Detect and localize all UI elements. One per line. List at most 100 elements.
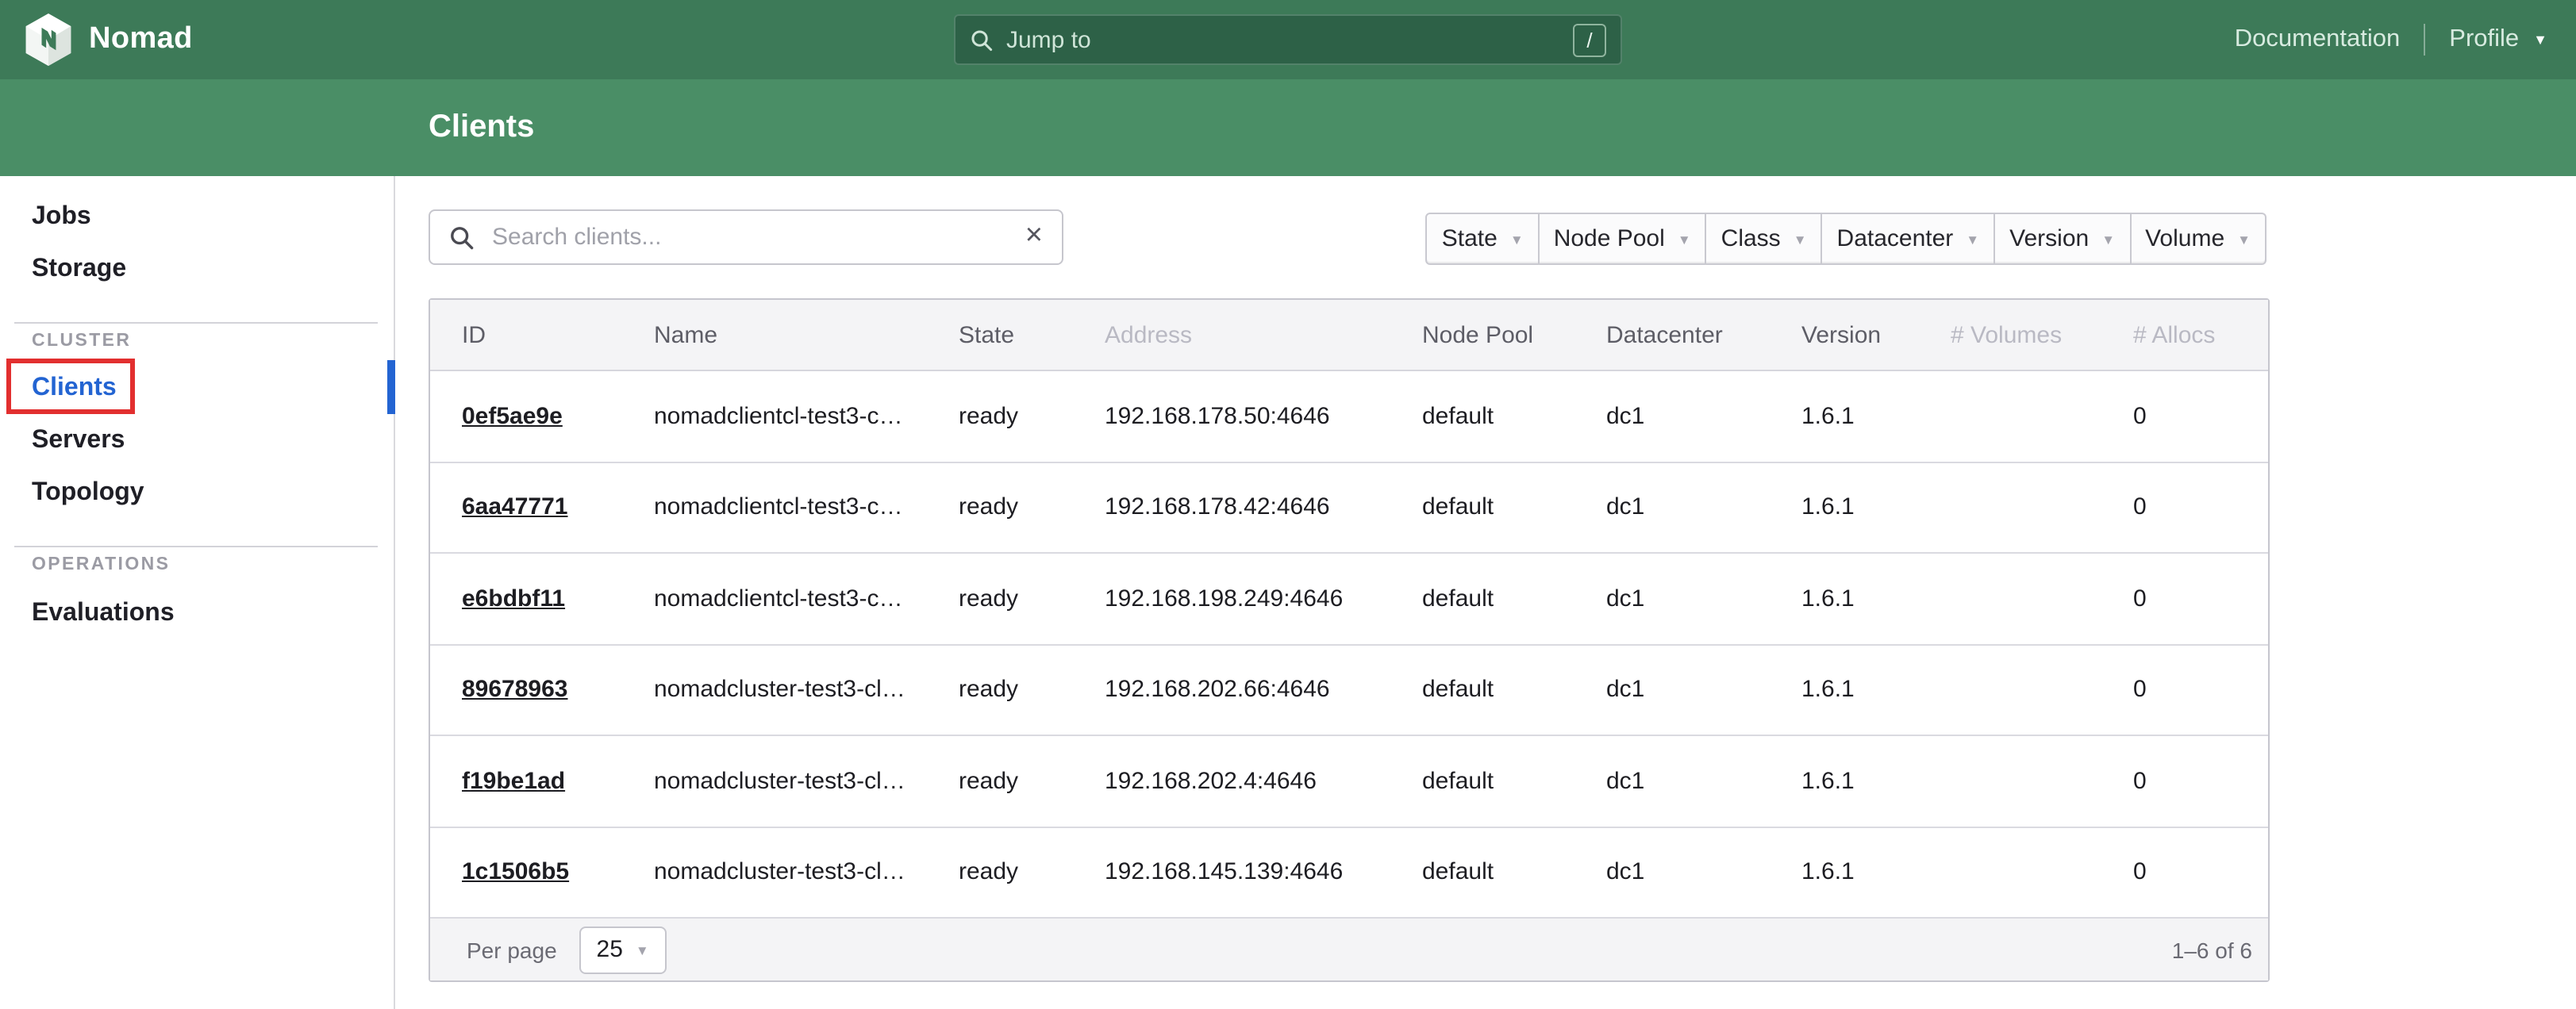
- client-id-link[interactable]: f19be1ad: [462, 768, 565, 795]
- client-version: 1.6.1: [1801, 827, 1951, 918]
- profile-menu[interactable]: Profile ▼: [2449, 25, 2547, 54]
- column-header-node-pool[interactable]: Node Pool: [1422, 300, 1606, 370]
- client-node-pool: default: [1422, 462, 1606, 553]
- profile-label: Profile: [2449, 25, 2519, 54]
- client-address: 192.168.202.4:4646: [1105, 735, 1422, 827]
- client-id-link[interactable]: e6bdbf11: [462, 585, 565, 612]
- chevron-down-icon: ▼: [1510, 231, 1524, 247]
- filter-label: Datacenter: [1837, 225, 1954, 252]
- client-datacenter: dc1: [1606, 370, 1801, 462]
- table-header-row: ID Name State Address Node Pool Datacent…: [430, 300, 2268, 370]
- pagination-range: 1–6 of 6: [2172, 937, 2252, 962]
- filter-label: Version: [2009, 225, 2089, 252]
- sidebar-item-jobs[interactable]: Jobs: [32, 190, 394, 243]
- column-header-datacenter[interactable]: Datacenter: [1606, 300, 1801, 370]
- sidebar-item-storage[interactable]: Storage: [32, 243, 394, 295]
- client-allocs: 0: [2133, 553, 2268, 644]
- client-node-pool: default: [1422, 553, 1606, 644]
- client-address: 192.168.178.50:4646: [1105, 370, 1422, 462]
- client-allocs: 0: [2133, 735, 2268, 827]
- jump-to-placeholder: Jump to: [1006, 26, 1091, 53]
- jump-to-search[interactable]: Jump to /: [954, 14, 1622, 65]
- clear-search-icon[interactable]: ×: [1025, 221, 1043, 254]
- client-datacenter: dc1: [1606, 462, 1801, 553]
- client-name: nomadclientcl-test3-c…: [654, 370, 959, 462]
- filter-label: Class: [1721, 225, 1781, 252]
- client-id-link[interactable]: 6aa47771: [462, 494, 568, 521]
- client-id-link[interactable]: 89678963: [462, 677, 568, 704]
- sidebar-section-cluster: CLUSTER: [32, 324, 394, 359]
- sidebar-item-clients[interactable]: Clients: [32, 362, 394, 414]
- filter-label: State: [1442, 225, 1498, 252]
- column-header-id[interactable]: ID: [430, 300, 654, 370]
- search-clients-input[interactable]: [489, 222, 1025, 252]
- filter-volume-button[interactable]: Volume ▼: [2131, 213, 2266, 265]
- client-datacenter: dc1: [1606, 644, 1801, 735]
- per-page-select[interactable]: 25 ▼: [579, 926, 667, 973]
- client-name: nomadclientcl-test3-c…: [654, 553, 959, 644]
- client-version: 1.6.1: [1801, 553, 1951, 644]
- client-version: 1.6.1: [1801, 644, 1951, 735]
- client-node-pool: default: [1422, 827, 1606, 918]
- page-header: Clients: [0, 79, 2576, 176]
- nomad-logo[interactable]: Nomad: [0, 13, 193, 67]
- sidebar-item-topology[interactable]: Topology: [32, 466, 394, 519]
- chevron-down-icon: ▼: [2237, 231, 2251, 247]
- client-state: ready: [959, 370, 1105, 462]
- search-icon: [449, 224, 475, 250]
- client-id-link[interactable]: 0ef5ae9e: [462, 403, 563, 430]
- keyboard-shortcut-badge: /: [1573, 23, 1606, 56]
- filter-version-button[interactable]: Version ▼: [1995, 213, 2131, 265]
- table-row[interactable]: e6bdbf11 nomadclientcl-test3-c… ready 19…: [430, 553, 2268, 644]
- sidebar-item-evaluations[interactable]: Evaluations: [32, 587, 394, 639]
- filter-label: Volume: [2145, 225, 2224, 252]
- chevron-down-icon: ▼: [2101, 231, 2115, 247]
- filter-node-pool-button[interactable]: Node Pool ▼: [1540, 213, 1707, 265]
- client-address: 192.168.178.42:4646: [1105, 462, 1422, 553]
- client-version: 1.6.1: [1801, 735, 1951, 827]
- client-name: nomadcluster-test3-cl…: [654, 644, 959, 735]
- documentation-link[interactable]: Documentation: [2235, 25, 2401, 54]
- table-footer: Per page 25 ▼ 1–6 of 6: [430, 919, 2268, 980]
- clients-table: ID Name State Address Node Pool Datacent…: [429, 298, 2270, 982]
- client-name: nomadcluster-test3-cl…: [654, 827, 959, 918]
- clients-search-box: ×: [429, 209, 1063, 265]
- column-header-version[interactable]: Version: [1801, 300, 1951, 370]
- client-address: 192.168.198.249:4646: [1105, 553, 1422, 644]
- active-item-indicator: [387, 360, 395, 414]
- column-header-name[interactable]: Name: [654, 300, 959, 370]
- client-datacenter: dc1: [1606, 827, 1801, 918]
- filter-datacenter-button[interactable]: Datacenter ▼: [1823, 213, 1996, 265]
- client-state: ready: [959, 827, 1105, 918]
- client-version: 1.6.1: [1801, 370, 1951, 462]
- client-allocs: 0: [2133, 370, 2268, 462]
- nomad-app: Nomad Jump to / Documentation Profile ▼ …: [0, 0, 2576, 1009]
- client-id-link[interactable]: 1c1506b5: [462, 859, 569, 886]
- client-version: 1.6.1: [1801, 462, 1951, 553]
- column-header-state[interactable]: State: [959, 300, 1105, 370]
- table-row[interactable]: 89678963 nomadcluster-test3-cl… ready 19…: [430, 644, 2268, 735]
- client-datacenter: dc1: [1606, 735, 1801, 827]
- client-volumes: [1951, 735, 2133, 827]
- client-volumes: [1951, 462, 2133, 553]
- client-datacenter: dc1: [1606, 553, 1801, 644]
- table-row[interactable]: f19be1ad nomadcluster-test3-cl… ready 19…: [430, 735, 2268, 827]
- client-allocs: 0: [2133, 462, 2268, 553]
- table-row[interactable]: 6aa47771 nomadclientcl-test3-c… ready 19…: [430, 462, 2268, 553]
- table-row[interactable]: 0ef5ae9e nomadclientcl-test3-c… ready 19…: [430, 370, 2268, 462]
- filter-class-button[interactable]: Class ▼: [1707, 213, 1823, 265]
- table-row[interactable]: 1c1506b5 nomadcluster-test3-cl… ready 19…: [430, 827, 2268, 918]
- filter-state-button[interactable]: State ▼: [1426, 213, 1540, 265]
- sidebar-item-servers[interactable]: Servers: [32, 414, 394, 466]
- client-volumes: [1951, 553, 2133, 644]
- client-name: nomadclientcl-test3-c…: [654, 462, 959, 553]
- filter-label: Node Pool: [1554, 225, 1665, 252]
- per-page-label: Per page: [467, 937, 557, 962]
- client-node-pool: default: [1422, 735, 1606, 827]
- top-nav-links: Documentation Profile ▼: [2235, 24, 2576, 56]
- client-state: ready: [959, 553, 1105, 644]
- client-address: 192.168.202.66:4646: [1105, 644, 1422, 735]
- filter-bar: State ▼ Node Pool ▼ Class ▼ Datacenter ▼…: [1426, 213, 2266, 265]
- chevron-down-icon: ▼: [1794, 231, 1807, 247]
- search-icon: [970, 28, 994, 52]
